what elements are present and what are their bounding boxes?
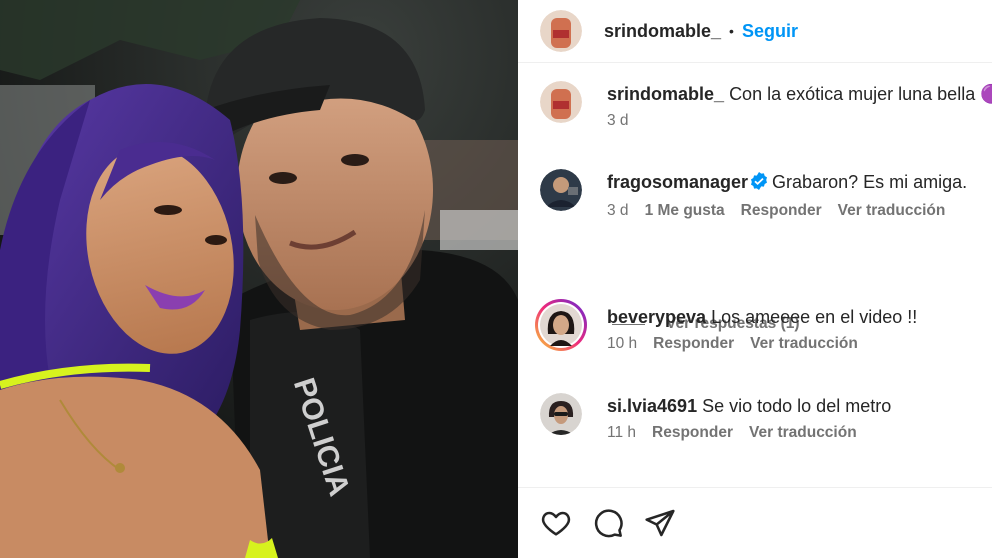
separator-dot: •	[729, 23, 734, 39]
post-side-panel: srindomable_ • Seguir srindomable_ Con l…	[518, 0, 992, 558]
comment-avatar-story-ring[interactable]	[535, 299, 587, 351]
translate-button[interactable]: Ver traducción	[749, 424, 857, 442]
comment-item: srindomable_ Con la exótica mujer luna b…	[540, 81, 992, 130]
comments-list[interactable]: srindomable_ Con la exótica mujer luna b…	[518, 63, 992, 487]
author-username[interactable]: srindomable_	[604, 21, 721, 42]
comment-time[interactable]: 11 h	[607, 424, 636, 442]
translate-button[interactable]: Ver traducción	[750, 335, 858, 353]
verified-badge-icon	[750, 171, 768, 197]
reply-button[interactable]: Responder	[741, 202, 822, 220]
comment-item: fragosomanager Grabaron? Es mi amiga. 3 d…	[540, 169, 992, 220]
comment-username[interactable]: fragosomanager	[607, 172, 748, 192]
reply-button[interactable]: Responder	[653, 335, 734, 353]
post-header: srindomable_ • Seguir	[518, 0, 992, 63]
share-icon[interactable]	[644, 507, 676, 539]
comment-avatar[interactable]	[540, 81, 582, 123]
comment-item: si.lvia4691 Se vio todo lo del metro 11 …	[540, 393, 992, 442]
photo-image: POLICIA	[0, 0, 518, 558]
translate-button[interactable]: Ver traducción	[838, 202, 946, 220]
comment-time[interactable]: 3 d	[607, 202, 629, 220]
comment-username[interactable]: si.lvia4691	[607, 396, 697, 416]
comment-time[interactable]: 10 h	[607, 335, 637, 353]
reply-button[interactable]: Responder	[652, 424, 733, 442]
post-photo[interactable]: POLICIA	[0, 0, 518, 558]
author-avatar[interactable]	[540, 10, 582, 52]
comment-username[interactable]: beverypeva	[607, 307, 706, 327]
comment-icon[interactable]	[592, 507, 624, 539]
comment-item: beverypeva Los ameeee en el video !! 10 …	[535, 299, 992, 353]
comment-avatar[interactable]	[540, 393, 582, 435]
comment-text: Grabaron? Es mi amiga.	[772, 172, 968, 192]
comment-likes[interactable]: 1 Me gusta	[645, 202, 725, 220]
comment-username[interactable]: srindomable_	[607, 84, 724, 104]
comment-text: Los ameeee en el video !!	[711, 307, 918, 327]
comment-text: Con la exótica mujer luna bella 🟣	[729, 84, 992, 104]
comment-time[interactable]: 3 d	[607, 112, 629, 130]
heart-icon[interactable]	[540, 507, 572, 539]
comment-avatar[interactable]	[540, 169, 582, 211]
follow-button[interactable]: Seguir	[742, 21, 798, 42]
post-actions-bar	[518, 487, 992, 558]
comment-text: Se vio todo lo del metro	[702, 396, 892, 416]
